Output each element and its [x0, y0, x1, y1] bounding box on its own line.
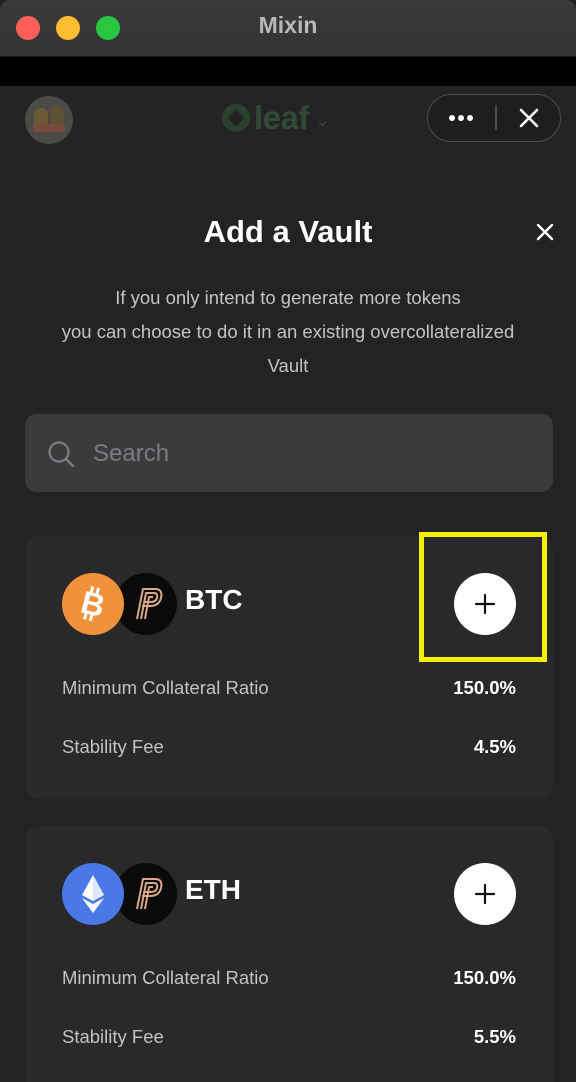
- search-input[interactable]: [91, 414, 535, 494]
- subtitle-line: Vault: [267, 355, 309, 376]
- stability-fee-label: Stability Fee: [62, 1026, 164, 1047]
- pusd-coin: [115, 573, 177, 635]
- stability-fee-value: 4.5%: [473, 736, 516, 757]
- search-box[interactable]: [25, 414, 553, 494]
- token-symbol: ETH: [185, 874, 241, 905]
- vault-card-eth: ETH Minimum Collateral Ratio 150.0% Stab…: [25, 826, 553, 1082]
- min-collateral-ratio-label: Minimum Collateral Ratio: [62, 967, 269, 988]
- pusd-logo-icon: [136, 878, 163, 910]
- window-title: Mixin: [258, 12, 318, 38]
- subtitle-line: you can choose to do it in an existing o…: [61, 321, 515, 342]
- modal-close-button[interactable]: [531, 218, 559, 246]
- search-icon: [48, 441, 75, 468]
- app-window: Mixin leaf ⌄ Add a Vault If you only int…: [0, 0, 576, 1082]
- more-dots-icon: [449, 114, 473, 121]
- modal-subtitle: If you only intend to generate more toke…: [30, 281, 546, 383]
- stability-fee-value: 5.5%: [473, 1026, 516, 1047]
- asset-coin: B: [62, 573, 124, 635]
- highlight-box: [419, 532, 547, 662]
- mini-app-capsule: [427, 94, 561, 142]
- plus-icon: [474, 883, 496, 905]
- min-collateral-ratio-value: 150.0%: [453, 967, 516, 988]
- avatar[interactable]: [25, 96, 73, 144]
- pusd-coin: [115, 863, 177, 925]
- subtitle-line: If you only intend to generate more toke…: [115, 287, 461, 308]
- asset-coin: [62, 863, 124, 925]
- pusd-logo-icon: [136, 588, 163, 620]
- close-icon: [536, 223, 554, 241]
- modal-title: Add a Vault: [203, 214, 373, 249]
- brand-switcher[interactable]: leaf ⌄: [222, 99, 330, 136]
- more-button[interactable]: [428, 95, 494, 140]
- top-bar-strip: [0, 57, 576, 86]
- ethereum-icon: [82, 875, 104, 913]
- leaf-logo-icon: [222, 104, 250, 132]
- brand-name: leaf: [254, 99, 309, 136]
- stability-fee-label: Stability Fee: [62, 736, 164, 757]
- chevron-down-icon: ⌄: [314, 109, 330, 130]
- min-collateral-ratio-label: Minimum Collateral Ratio: [62, 677, 269, 698]
- add-vault-button[interactable]: [454, 863, 516, 925]
- title-bar: Mixin: [0, 0, 576, 57]
- bitcoin-icon: B: [77, 584, 108, 625]
- token-symbol: BTC: [185, 584, 243, 615]
- close-app-button[interactable]: [497, 95, 560, 140]
- close-icon: [519, 108, 538, 127]
- min-collateral-ratio-value: 150.0%: [453, 677, 516, 698]
